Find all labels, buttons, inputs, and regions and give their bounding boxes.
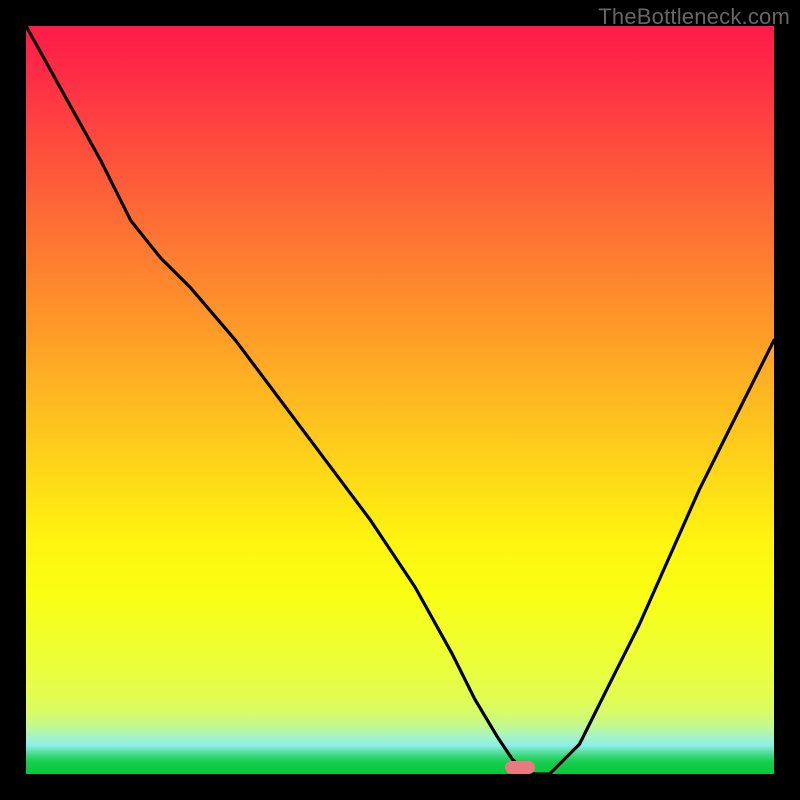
plot-area xyxy=(26,26,774,774)
watermark-text: TheBottleneck.com xyxy=(598,4,790,30)
chart-frame: TheBottleneck.com xyxy=(0,0,800,800)
bottleneck-curve xyxy=(26,26,774,774)
minimum-marker xyxy=(505,761,535,774)
